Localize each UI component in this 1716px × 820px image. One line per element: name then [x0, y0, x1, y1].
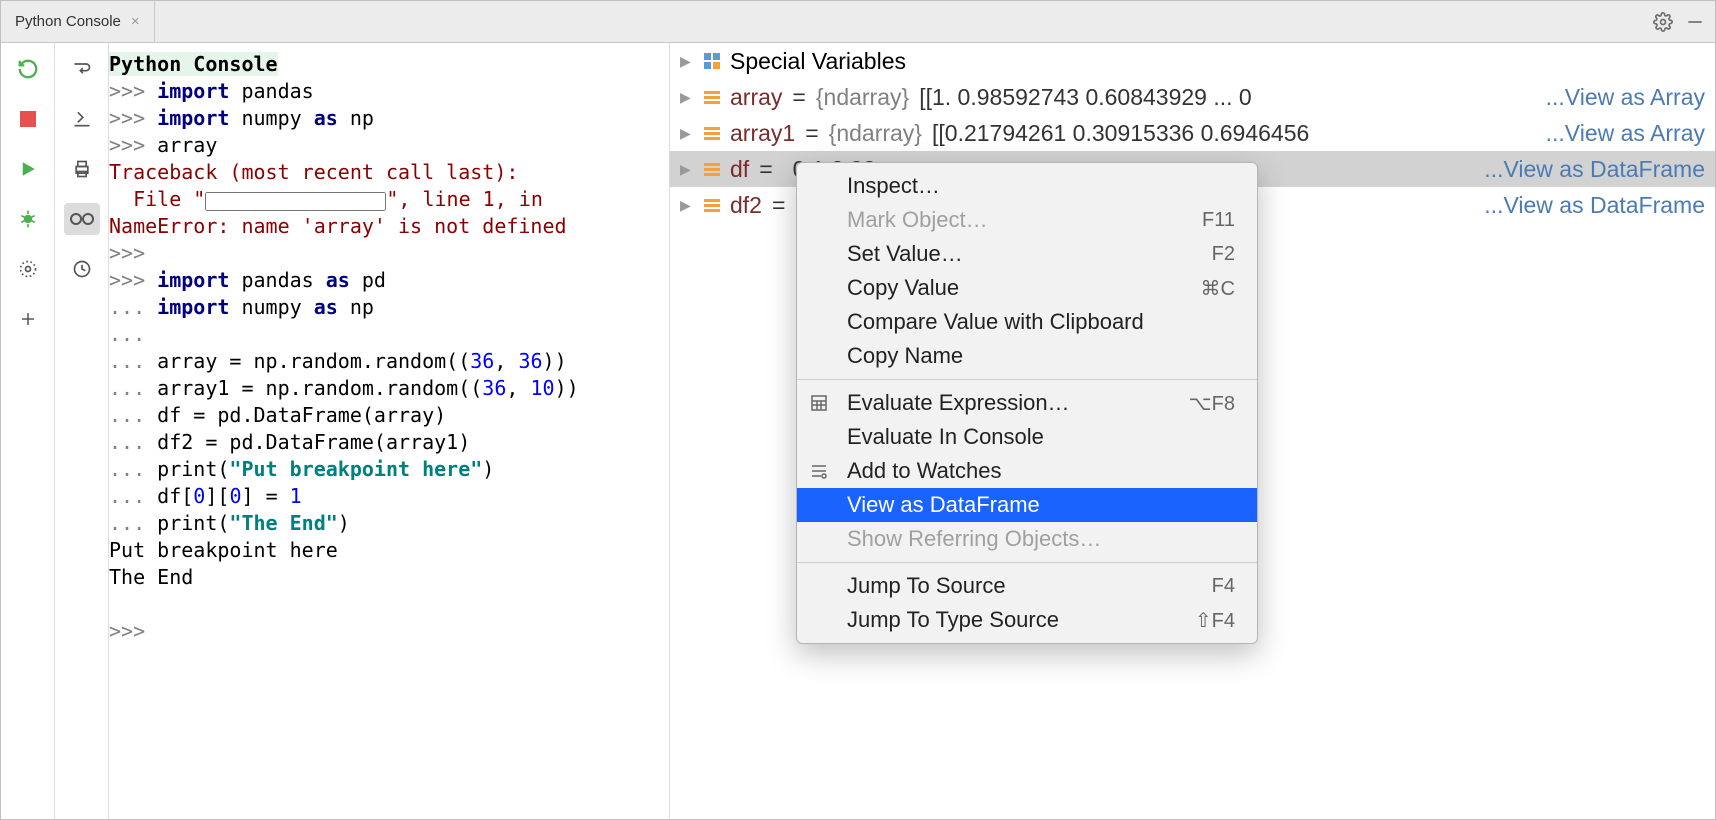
expand-icon[interactable]: ▶ [680, 161, 694, 178]
toolbar-primary [1, 43, 55, 819]
context-menu: Inspect… Mark Object… F11 Set Value… F2 Copy … [796, 162, 1258, 644]
menu-item[interactable]: Copy Name [797, 339, 1257, 373]
menu-item[interactable]: Evaluate In Console [797, 420, 1257, 454]
debug-button[interactable] [10, 203, 46, 235]
rerun-button[interactable] [10, 53, 46, 85]
expand-icon[interactable]: ▶ [680, 197, 694, 214]
stop-button[interactable] [10, 103, 46, 135]
special-vars-label: Special Variables [730, 48, 906, 75]
expand-icon[interactable]: ▶ [680, 53, 694, 70]
print-button[interactable] [64, 153, 100, 185]
tab-python-console[interactable]: Python Console × [1, 1, 155, 43]
equals: = [805, 120, 818, 147]
expand-icon[interactable]: ▶ [680, 125, 694, 142]
gear-icon[interactable] [1653, 12, 1673, 32]
menu-shortcut: ⇧F4 [1195, 608, 1235, 633]
scroll-end-button[interactable] [64, 103, 100, 135]
equals: = [772, 192, 785, 219]
variable-name: df2 [730, 192, 762, 219]
menu-item[interactable]: Jump To Type Source ⇧F4 [797, 603, 1257, 637]
toolbar-secondary [55, 43, 109, 819]
history-button[interactable] [64, 253, 100, 285]
variable-icon [704, 161, 720, 177]
expand-icon[interactable]: ▶ [680, 89, 694, 106]
add-button[interactable] [10, 303, 46, 335]
menu-item-label: Add to Watches [847, 458, 1001, 484]
menu-shortcut: ⌥F8 [1189, 391, 1235, 416]
settings-button[interactable] [10, 253, 46, 285]
menu-shortcut: ⌘C [1201, 276, 1235, 301]
menu-item[interactable]: Add to Watches [797, 454, 1257, 488]
view-as-link[interactable]: ...View as DataFrame [1484, 156, 1705, 183]
tab-label: Python Console [15, 13, 121, 30]
special-variables-row[interactable]: ▶ Special Variables [670, 43, 1715, 79]
show-variables-button[interactable] [64, 203, 100, 235]
menu-item-label: Set Value… [847, 241, 963, 267]
menu-item-label: Show Referring Objects… [847, 526, 1101, 552]
variable-type: {ndarray} [816, 84, 909, 111]
variable-icon [704, 125, 720, 141]
menu-item: Show Referring Objects… [797, 522, 1257, 556]
view-as-link[interactable]: ...View as DataFrame [1484, 192, 1705, 219]
menu-separator [797, 562, 1257, 563]
menu-item-label: Copy Name [847, 343, 963, 369]
menu-item-label: Copy Value [847, 275, 959, 301]
equals: = [792, 84, 805, 111]
variable-name: df [730, 156, 749, 183]
run-button[interactable] [10, 153, 46, 185]
menu-item-label: Mark Object… [847, 207, 988, 233]
variable-row[interactable]: ▶ array1 = {ndarray} [[0.21794261 0.30915… [670, 115, 1715, 151]
variable-icon [704, 89, 720, 105]
console-output[interactable]: Python Console >>> import pandas >>> imp… [109, 43, 669, 819]
view-as-link[interactable]: ...View as Array [1546, 84, 1705, 111]
close-icon[interactable]: × [131, 13, 140, 30]
variable-value: [[1. 0.98592743 0.60843929 ... 0 [919, 84, 1535, 111]
menu-shortcut: F11 [1202, 209, 1235, 232]
variable-row[interactable]: ▶ array = {ndarray} [[1. 0.98592743 0.608… [670, 79, 1715, 115]
menu-item[interactable]: Jump To Source F4 [797, 569, 1257, 603]
calculator-icon [811, 395, 833, 411]
menu-item-label: Evaluate In Console [847, 424, 1044, 450]
menu-item-label: Inspect… [847, 173, 940, 199]
view-as-link[interactable]: ...View as Array [1546, 120, 1705, 147]
menu-item[interactable]: Compare Value with Clipboard [797, 305, 1257, 339]
equals: = [759, 156, 772, 183]
menu-item-label: Jump To Source [847, 573, 1006, 599]
menu-shortcut: F4 [1212, 575, 1235, 598]
tab-bar: Python Console × [1, 1, 1715, 43]
menu-item[interactable]: Set Value… F2 [797, 237, 1257, 271]
soft-wrap-button[interactable] [64, 53, 100, 85]
menu-item[interactable]: View as DataFrame [797, 488, 1257, 522]
variable-icon [704, 197, 720, 213]
menu-item-label: Jump To Type Source [847, 607, 1059, 633]
minimize-icon[interactable] [1685, 12, 1705, 32]
variable-type: {ndarray} [829, 120, 922, 147]
menu-item-label: Evaluate Expression… [847, 390, 1070, 416]
menu-item[interactable]: Inspect… [797, 169, 1257, 203]
menu-item-label: Compare Value with Clipboard [847, 309, 1144, 335]
watches-icon [811, 463, 833, 479]
menu-item[interactable]: Evaluate Expression… ⌥F8 [797, 386, 1257, 420]
menu-separator [797, 379, 1257, 380]
variable-name: array1 [730, 120, 795, 147]
variable-name: array [730, 84, 782, 111]
menu-item: Mark Object… F11 [797, 203, 1257, 237]
menu-item-label: View as DataFrame [847, 492, 1040, 518]
menu-shortcut: F2 [1212, 243, 1235, 266]
special-vars-icon [704, 53, 720, 69]
variable-value: [[0.21794261 0.30915336 0.6946456 [932, 120, 1536, 147]
menu-item[interactable]: Copy Value ⌘C [797, 271, 1257, 305]
